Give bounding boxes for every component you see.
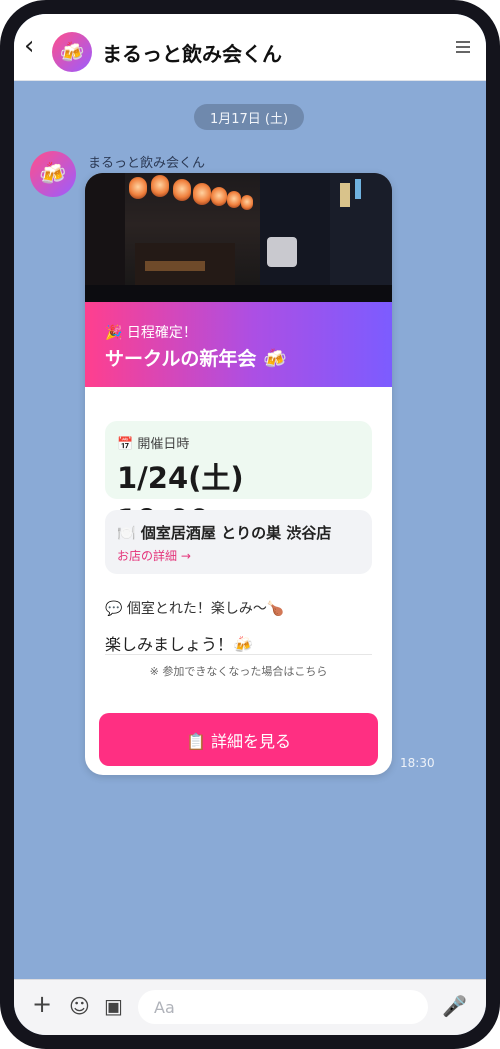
sender-avatar[interactable]: 🍻 [30, 151, 76, 197]
microphone-icon[interactable]: 🎤 [442, 996, 467, 1016]
bot-comment: 楽しみましょう！🍻 [105, 635, 253, 654]
date-chip: 1月17日 (土) [194, 104, 304, 130]
chat-header: ‹ 🍻 まるっと飲み会くん [14, 14, 486, 81]
cancel-note-link[interactable]: ※ 参加できなくなった場合はこちら [85, 663, 392, 679]
message-input[interactable] [138, 990, 428, 1024]
sender-name: まるっと飲み会くん [88, 156, 206, 171]
chat-title: まるっと飲み会くん [102, 42, 282, 66]
phone-frame: ‹ 🍻 まるっと飲み会くん 1月17日 (土) 🍻 まるっと飲み会くん 🎉 日程… [0, 0, 500, 1049]
member-comment: 💬 個室とれた！楽しみ〜🍗 [105, 601, 285, 617]
datetime-box: 📅 開催日時 1/24(土) 19:00〜 [105, 421, 372, 537]
emoji-icon[interactable]: ☺ [69, 996, 90, 1016]
image-icon[interactable]: ▣ [104, 996, 123, 1016]
view-details-button[interactable]: 📋 詳細を見る [99, 713, 378, 766]
hamburger-menu-icon[interactable] [456, 41, 470, 53]
izakaya-photo [85, 173, 392, 302]
beer-icon: 🍻 [59, 40, 85, 64]
venue-details-link[interactable]: お店の詳細 → [117, 547, 191, 564]
beer-icon: 🍻 [39, 161, 67, 187]
plus-icon[interactable]: + [32, 992, 52, 1016]
input-bar: + ☺ ▣ 🎤 [14, 979, 486, 1035]
event-title: サークルの新年会 🍻 [105, 348, 287, 370]
message-time: 18:30 [400, 756, 435, 770]
banner-subtitle: 🎉 日程確定！ [105, 325, 197, 341]
chat-avatar[interactable]: 🍻 [52, 32, 92, 72]
divider [105, 654, 372, 655]
datetime-label: 📅 開催日時 [117, 437, 190, 452]
venue-name: 🍽️ 個室居酒屋 とりの巣 渋谷店 [117, 524, 332, 542]
event-card: 🎉 日程確定！ サークルの新年会 🍻 📅 開催日時 1/24(土) 19:00〜… [85, 173, 392, 775]
venue-box: 🍽️ 個室居酒屋 とりの巣 渋谷店 お店の詳細 → [105, 510, 372, 574]
back-chevron-icon[interactable]: ‹ [24, 33, 34, 59]
event-banner: 🎉 日程確定！ サークルの新年会 🍻 [85, 302, 392, 387]
